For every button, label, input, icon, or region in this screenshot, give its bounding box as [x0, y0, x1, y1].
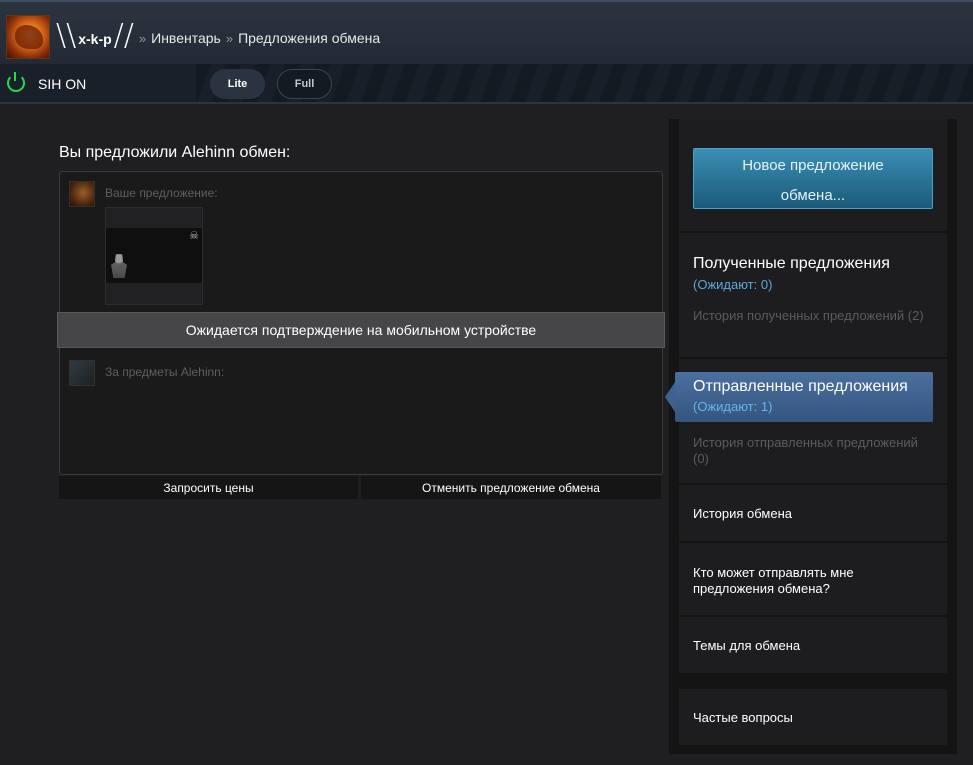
their-items-label: За предметы Alehinn:: [105, 365, 225, 379]
request-prices-button[interactable]: Запросить цены: [59, 476, 358, 499]
item-slot[interactable]: ☠: [105, 207, 203, 305]
trade-history-link[interactable]: История обмена: [693, 506, 933, 522]
power-icon[interactable]: [7, 72, 25, 92]
sidebar-who-can-send-section: Кто может отправлять мне предложения обм…: [679, 543, 947, 615]
partner-avatar[interactable]: [69, 360, 95, 386]
username-slash-left: \\: [56, 18, 77, 53]
breadcrumb-separator: »: [225, 30, 234, 46]
main-content: Вы предложили Alehinn обмен: Ваше предло…: [0, 104, 973, 765]
item-image: ☠: [106, 228, 202, 283]
breadcrumb-inventory[interactable]: Инвентарь: [151, 30, 221, 46]
sidebar: Новое предложение обмена... Полученные п…: [665, 119, 957, 754]
sent-offers-tab-active[interactable]: Отправленные предложения (Ожидают: 1): [665, 372, 933, 422]
my-avatar[interactable]: [69, 181, 95, 207]
sidebar-new-offer-section: Новое предложение обмена...: [679, 119, 947, 231]
breadcrumb: \\ x-k-p // » Инвентарь » Предложения об…: [56, 16, 380, 56]
sih-toolbar: SIH ON Lite Full: [0, 64, 973, 104]
cancel-offer-button[interactable]: Отменить предложение обмена: [361, 476, 661, 499]
received-offers-link[interactable]: Полученные предложения: [693, 255, 890, 273]
received-pending-count: (Ожидают: 0): [693, 277, 773, 292]
avatar-image: [15, 25, 43, 49]
received-history-link[interactable]: История полученных предложений (2): [693, 308, 933, 324]
sidebar-received-section: Полученные предложения (Ожидают: 0) Исто…: [679, 233, 947, 357]
mode-lite-button[interactable]: Lite: [210, 69, 265, 99]
sidebar-faq-section: Частые вопросы: [679, 689, 947, 745]
trade-topics-link[interactable]: Темы для обмена: [693, 638, 933, 654]
who-can-send-link[interactable]: Кто может отправлять мне предложения обм…: [693, 565, 933, 597]
sidebar-trade-history-section: История обмена: [679, 485, 947, 541]
sent-history-link[interactable]: История отправленных предложений (0): [693, 435, 933, 467]
your-offer-label: Ваше предложение:: [105, 186, 218, 200]
sih-status-label: SIH ON: [38, 76, 87, 92]
pending-confirmation-banner: Ожидается подтверждение на мобильном уст…: [57, 312, 665, 348]
new-offer-button[interactable]: Новое предложение обмена...: [693, 148, 933, 209]
mode-full-button[interactable]: Full: [277, 69, 332, 99]
sih-status-area: [0, 64, 196, 102]
breadcrumb-separator: »: [138, 30, 147, 46]
avatar[interactable]: [6, 15, 50, 59]
sent-offers-title: Отправленные предложения: [693, 378, 908, 395]
username-link[interactable]: x-k-p: [78, 31, 111, 47]
figure-icon: [111, 254, 127, 278]
header: \\ x-k-p // » Инвентарь » Предложения об…: [0, 0, 973, 64]
offer-title: Вы предложили Alehinn обмен:: [59, 144, 291, 161]
breadcrumb-trade-offers[interactable]: Предложения обмена: [238, 30, 380, 46]
faq-link[interactable]: Частые вопросы: [693, 710, 933, 726]
sidebar-trade-topics-section: Темы для обмена: [679, 617, 947, 673]
username-slash-right: //: [113, 18, 134, 53]
skull-icon: ☠: [189, 230, 199, 242]
sent-pending-count: (Ожидают: 1): [693, 399, 773, 414]
